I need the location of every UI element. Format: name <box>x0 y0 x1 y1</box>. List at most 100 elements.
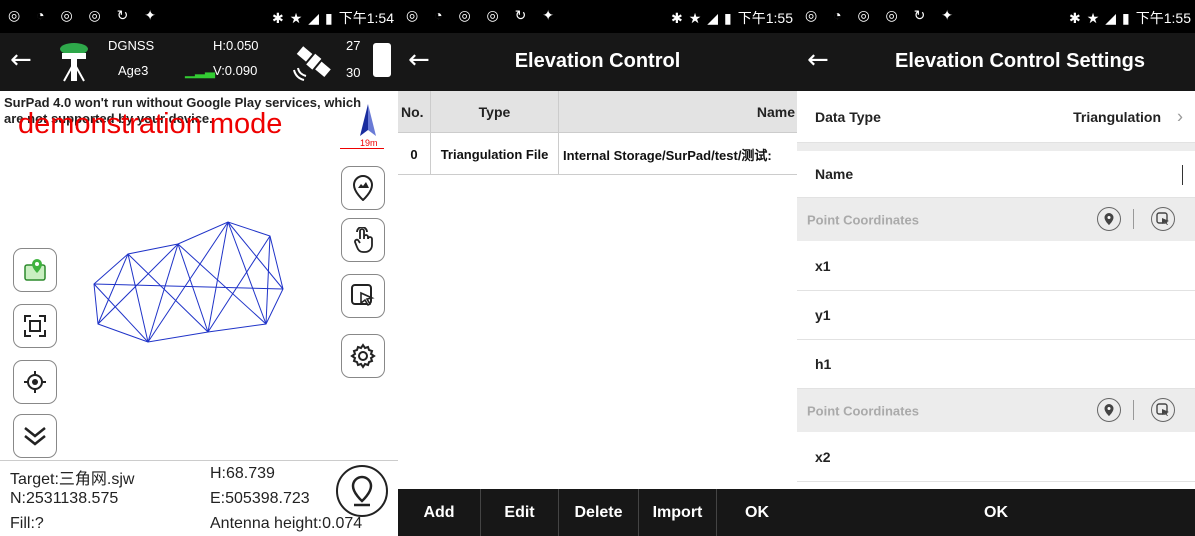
notification-icons: ◎ ◔ ◎ ◎ ↻ ✦ <box>8 7 163 23</box>
sats-used: 27 <box>346 38 361 53</box>
signal-bars-icon: ▁▂▃ <box>185 63 215 78</box>
field-label: x2 <box>815 448 831 465</box>
column-header-type: Type <box>431 91 559 133</box>
elevation-control-settings-screen: ◎ ◔ ◎ ◎ ↻ ✦ ✱ ★ ◢ ▮ 下午1:55 ← Elevation Contr… <box>797 0 1195 536</box>
data-type-row[interactable]: Data Type Triangulation › <box>797 91 1195 143</box>
divider <box>797 143 1195 151</box>
antenna-height: Antenna height:0.074 <box>210 515 363 532</box>
page-title: Elevation Control Settings <box>894 50 1146 72</box>
age-value: Age3 <box>118 63 149 78</box>
collapse-button[interactable] <box>13 414 57 458</box>
name-row: Name <box>797 151 1195 198</box>
battery-icon: ▮ <box>724 10 732 26</box>
v-precision: V:0.090 <box>213 63 258 78</box>
locate-button[interactable] <box>13 360 57 404</box>
select-box-icon <box>1156 212 1169 225</box>
notification-icons: ◎ ◔ ◎ ◎ ↻ ✦ <box>805 7 960 23</box>
data-type-value: Triangulation <box>1073 108 1161 125</box>
pick-from-map-button[interactable] <box>1151 398 1175 422</box>
point-coordinates-section-2: Point Coordinates <box>797 389 1195 432</box>
edit-button[interactable]: Edit <box>481 489 559 536</box>
location-pin-icon <box>1104 213 1114 225</box>
ok-button[interactable]: OK <box>797 489 1195 536</box>
table-row[interactable]: 0 Triangulation File Internal Storage/Su… <box>398 133 797 175</box>
signal-icon: ◢ <box>308 10 320 26</box>
signal-icon: ◢ <box>1105 10 1117 26</box>
bluetooth-icon: ✱ <box>271 10 284 26</box>
chevron-right-icon: › <box>1177 106 1183 126</box>
survey-screen: ◎ ◔ ◎ ◎ ↻ ✦ ✱ ★ ◢ ▮ 下午1:54 ← DGNSS Age3 H:0.… <box>0 0 398 536</box>
signal-icon: ◢ <box>707 10 719 26</box>
status-time: 下午1:55 <box>1135 10 1191 26</box>
bluetooth-icon: ✱ <box>670 10 683 26</box>
star-icon: ★ <box>1086 10 1100 26</box>
get-current-point-button[interactable] <box>1097 207 1121 231</box>
column-header-no: No. <box>398 91 431 133</box>
demonstration-mode-label: demonstration mode <box>18 108 283 140</box>
field-y1[interactable]: y1 <box>797 291 1195 340</box>
star-icon: ★ <box>688 10 702 26</box>
delete-button[interactable]: Delete <box>559 489 639 536</box>
field-x2[interactable]: x2 <box>797 432 1195 482</box>
sats-visible: 30 <box>346 65 361 80</box>
battery-icon: ▮ <box>325 10 333 26</box>
target-file: Target:三角网.sjw <box>10 471 135 488</box>
bluetooth-icon: ✱ <box>1068 10 1081 26</box>
survey-toolbar: ← DGNSS Age3 H:0.050 ▁▂▃ V:0.090 27 30 <box>0 33 398 91</box>
gnss-receiver-icon <box>60 43 88 82</box>
gear-icon <box>350 343 376 369</box>
get-current-point-button[interactable] <box>1097 398 1121 422</box>
triangulation-mesh <box>93 221 284 343</box>
app-bar: ← Elevation Control <box>398 33 797 91</box>
scale-label: 19m <box>360 138 378 148</box>
satellite-icon <box>293 46 331 81</box>
import-button[interactable]: Import <box>639 489 717 536</box>
section-label: Point Coordinates <box>807 403 919 418</box>
point-coordinates-section-1: Point Coordinates <box>797 198 1195 241</box>
full-extent-icon <box>24 315 46 337</box>
field-x1[interactable]: x1 <box>797 241 1195 291</box>
height-value: H:68.739 <box>210 465 275 482</box>
fill-value: Fill:? <box>10 515 44 532</box>
data-type-label: Data Type <box>815 108 881 125</box>
section-label: Point Coordinates <box>807 212 919 227</box>
double-chevron-down-icon <box>24 427 46 446</box>
touch-select-button[interactable] <box>341 218 385 262</box>
field-label: h1 <box>815 356 832 372</box>
status-right: ✱ ★ ◢ ▮ 下午1:55 <box>665 8 793 28</box>
row-no: 0 <box>398 133 431 175</box>
crosshair-icon <box>24 371 46 393</box>
star-icon: ★ <box>289 10 303 26</box>
location-pin-icon <box>352 175 374 201</box>
screen-select-button[interactable] <box>341 274 385 318</box>
field-label: x1 <box>815 257 831 274</box>
row-name: Internal Storage/SurPad/test/测试: <box>563 147 772 163</box>
back-arrow-icon[interactable]: ← <box>10 45 32 75</box>
coordinate-info-panel: Target:三角网.sjw H:68.739 N:2531138.575 E:… <box>0 460 398 536</box>
northing-value: N:2531138.575 <box>10 490 119 507</box>
table-header: No. Type Name <box>398 91 797 133</box>
add-button[interactable]: Add <box>398 489 481 536</box>
status-right: ✱ ★ ◢ ▮ 下午1:54 <box>266 8 394 28</box>
collect-point-button[interactable] <box>336 465 388 517</box>
elevation-control-screen: ◎ ◔ ◎ ◎ ↻ ✦ ✱ ★ ◢ ▮ 下午1:55 ← Elevation Contr… <box>398 0 797 536</box>
select-box-icon <box>351 284 375 307</box>
name-input[interactable] <box>917 159 1187 189</box>
scale-bar <box>340 148 384 149</box>
ok-button[interactable]: OK <box>717 489 797 536</box>
location-pin-icon <box>351 475 373 507</box>
north-arrow-icon <box>360 104 376 136</box>
point-survey-button[interactable] <box>341 166 385 210</box>
map-location-button[interactable] <box>13 248 57 292</box>
select-box-icon <box>1156 403 1169 416</box>
divider <box>1133 400 1134 420</box>
column-header-name: Name <box>756 104 795 120</box>
action-bar: OK <box>797 489 1195 536</box>
status-time: 下午1:54 <box>338 10 394 26</box>
action-bar: Add Edit Delete Import OK <box>398 489 797 536</box>
settings-button[interactable] <box>341 334 385 378</box>
name-label: Name <box>815 166 854 182</box>
pick-from-map-button[interactable] <box>1151 207 1175 231</box>
field-h1[interactable]: h1 <box>797 340 1195 389</box>
zoom-extent-button[interactable] <box>13 304 57 348</box>
